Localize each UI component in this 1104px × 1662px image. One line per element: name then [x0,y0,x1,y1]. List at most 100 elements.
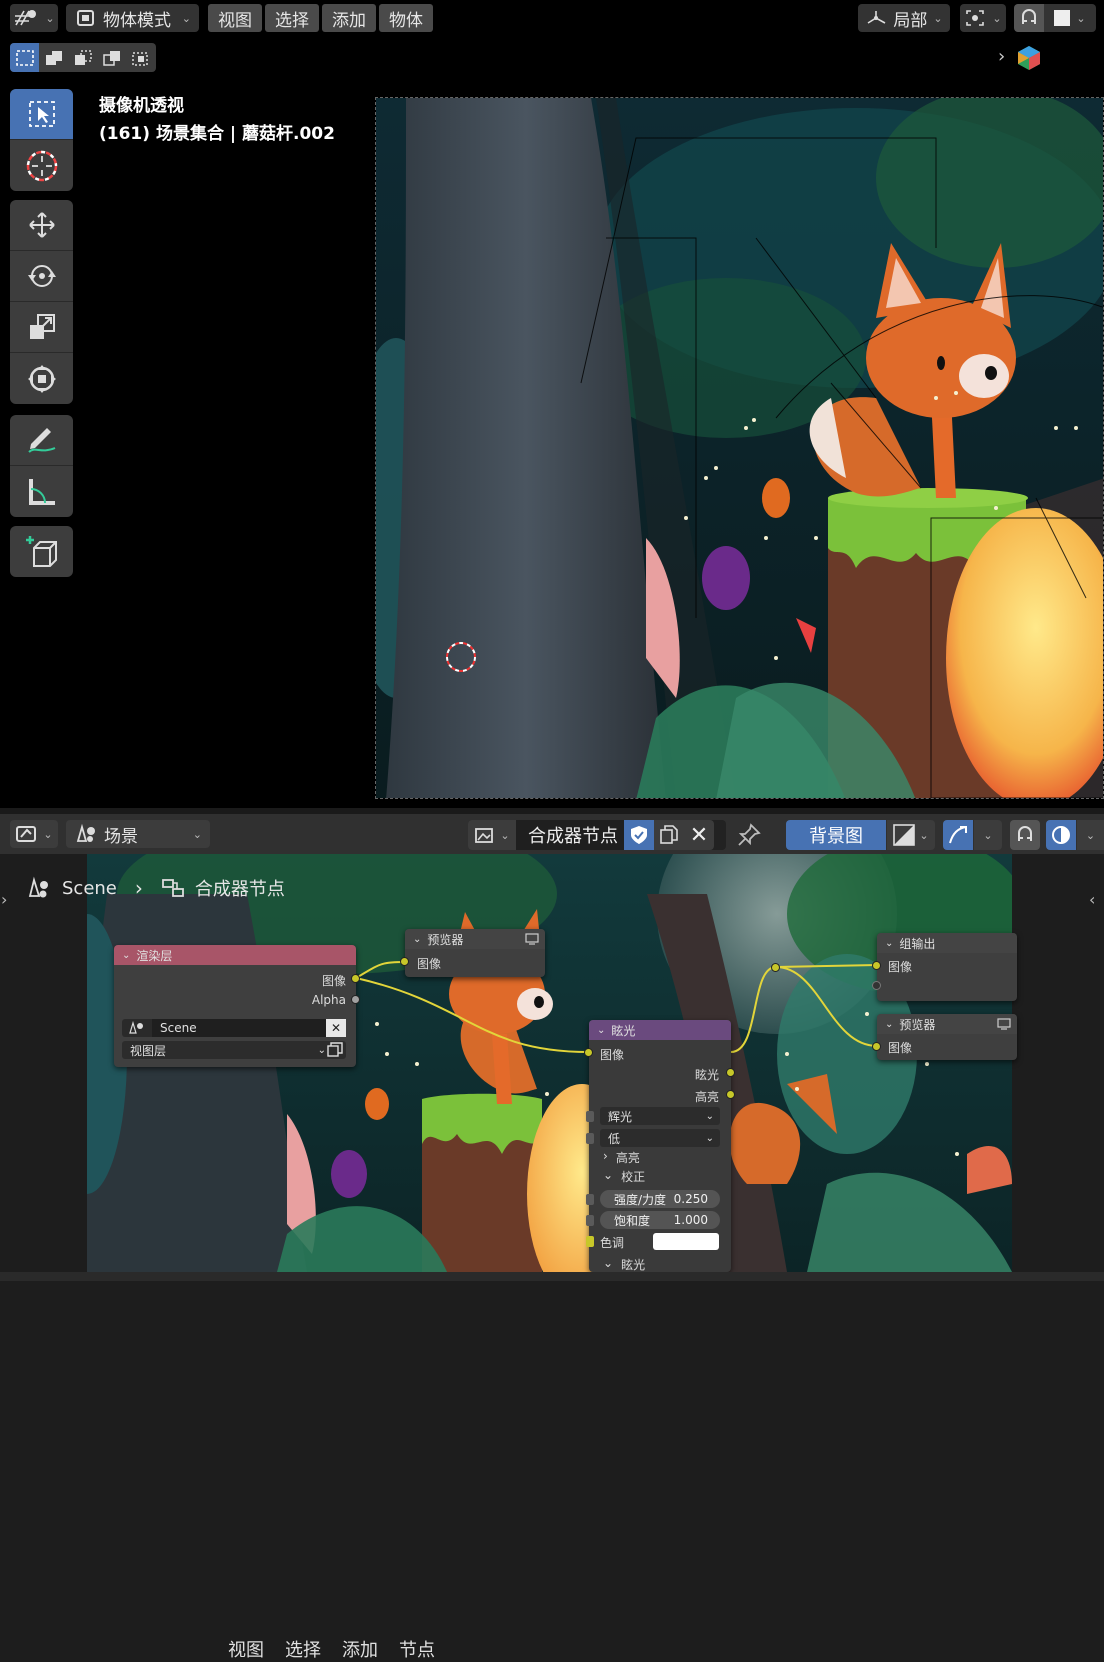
node-viewer-top[interactable]: ⌄ 预览器 图像 [400,929,545,977]
collapse-chevron-icon[interactable]: ⌄ [413,934,421,945]
tool-rotate[interactable] [10,251,73,302]
sidebar-toggle-icon[interactable]: › [998,46,1005,67]
node-render-layers[interactable]: ⌄ 渲染层 图像 Alpha Scene ✕ 视图层 ⌄ [114,945,360,1067]
camera-view-render [375,97,1104,799]
image-output-socket[interactable] [351,974,360,983]
strength-slider[interactable]: 强度/力度 0.250 [600,1190,720,1208]
image-input-socket[interactable] [400,957,409,966]
highlight-output-socket[interactable] [726,1090,735,1099]
menu-view[interactable]: 视图 [228,1637,264,1661]
highlight-panel-toggle[interactable]: › 高亮 [603,1149,640,1166]
tool-select-box[interactable] [10,89,73,140]
quality-label: 低 [608,1131,621,1146]
collapse-chevron-icon[interactable]: ⌄ [597,1025,605,1036]
select-subtract-icon [73,49,93,67]
transform-orientation-select[interactable]: 局部 ⌄ [858,4,950,32]
glare-type-select[interactable]: 辉光 ⌄ [600,1107,720,1125]
tool-move[interactable] [10,200,73,251]
mode-select[interactable]: 物体模式 ⌄ [66,4,199,32]
node-header[interactable]: ⌄ 组输出 [877,933,1017,953]
move-icon [27,210,57,240]
mode-label: 物体模式 [103,10,171,31]
square-icon [1054,10,1071,26]
tint-color-swatch[interactable] [653,1233,719,1250]
glare-output-socket[interactable] [726,1068,735,1077]
saturation-slider[interactable]: 饱和度 1.000 [600,1211,720,1229]
tool-add-cube[interactable] [10,526,73,577]
node-composite[interactable]: ⌄ 组输出 图像 [872,933,1017,1001]
gizmo-icon[interactable] [1017,45,1041,71]
view-layer-label: 视图层 [130,1043,167,1058]
glare-type-checkbox[interactable] [586,1111,594,1122]
select-extend-icon [44,49,64,67]
tool-scale[interactable] [10,302,73,353]
saturation-checkbox[interactable] [586,1215,594,1226]
tool-transform[interactable] [10,353,73,404]
image-input-socket[interactable] [872,961,881,970]
collapse-chevron-icon[interactable]: ⌄ [122,950,130,961]
snap-toggle[interactable] [1014,4,1044,32]
editor-type-button[interactable]: ⌄ [10,4,58,32]
tool-cursor[interactable] [10,140,73,191]
adjust-panel-label: 校正 [621,1170,646,1184]
strength-checkbox[interactable] [586,1194,594,1205]
camera-label: 摄像机透视 [99,96,184,116]
toolbar-annotate-group [10,415,73,517]
node-title: 组输出 [899,936,936,951]
image-input-socket[interactable] [584,1048,593,1057]
node-header[interactable]: ⌄ 眩光 [589,1020,731,1040]
menu-select[interactable]: 选择 [265,4,319,32]
transform-icon [26,363,58,395]
toolbar-add-group [10,526,73,577]
chevron-down-icon: ⌄ [1076,11,1086,25]
scene-icon [122,1021,152,1035]
highlight-panel-label: 高亮 [615,1151,640,1165]
quality-select[interactable]: 低 ⌄ [600,1129,720,1147]
adjust-panel-toggle[interactable]: ⌄ 校正 [603,1168,645,1185]
collapse-chevron-icon[interactable]: ⌄ [885,938,893,949]
saturation-value: 1.000 [673,1213,708,1227]
tint-label: 色调 [600,1236,625,1250]
select-new-button[interactable] [10,43,39,72]
alpha-input-socket[interactable] [872,981,881,990]
view-layer-field[interactable]: 视图层 ⌄ [122,1041,346,1059]
snap-target-select[interactable]: ⌄ [1044,4,1096,32]
tint-socket[interactable] [586,1236,594,1247]
tool-measure[interactable] [10,466,73,517]
close-icon[interactable]: ✕ [326,1019,346,1037]
scene-field[interactable]: Scene ✕ [122,1019,346,1037]
menu-node[interactable]: 节点 [399,1637,435,1661]
select-extend-button[interactable] [39,43,68,72]
tool-annotate[interactable] [10,415,73,466]
alpha-output-socket[interactable] [351,995,360,1004]
glare-panel-label: 眩光 [621,1258,646,1272]
ruler-icon [26,476,58,508]
input-image-label: 图像 [888,1041,913,1055]
menu-select[interactable]: 选择 [285,1637,321,1661]
menu-add[interactable]: 添加 [342,1637,378,1661]
viewport-area: ⌄ 物体模式 ⌄ 视图 选择 添加 物体 局部 ⌄ ⌄ ⌄ › 摄像机透视 (1… [0,0,1104,808]
node-glare[interactable]: ⌄ 眩光 图像 眩光 高亮 辉光 ⌄ 低 ⌄ › 高亮 ⌄ 校正 强度/力度 0… [584,1020,735,1273]
menu-add[interactable]: 添加 [322,4,376,32]
output-glare-label: 眩光 [694,1068,719,1082]
select-invert-icon [102,49,122,67]
node-viewer-right[interactable]: ⌄ 预览器 图像 [872,1014,1017,1060]
select-intersect-button[interactable] [126,43,155,72]
glare-panel-toggle[interactable]: ⌄ 眩光 [603,1256,645,1273]
glare-type-label: 辉光 [608,1109,633,1124]
select-subtract-button[interactable] [68,43,97,72]
menu-object[interactable]: 物体 [379,4,433,32]
copy-icon[interactable] [327,1042,343,1058]
chevron-right-icon: › [603,1149,608,1163]
collapse-chevron-icon[interactable]: ⌄ [885,1019,893,1030]
node-header[interactable]: ⌄ 渲染层 [114,945,356,965]
node-header[interactable]: ⌄ 预览器 [405,929,545,949]
reroute-node[interactable] [771,963,780,972]
scene-info: (161) 场景集合 | 蘑菇杆.002 [99,124,335,144]
menu-view[interactable]: 视图 [208,4,262,32]
select-invert-button[interactable] [97,43,126,72]
pivot-point-select[interactable]: ⌄ [960,4,1006,32]
quality-checkbox[interactable] [586,1133,594,1144]
node-header[interactable]: ⌄ 预览器 [877,1014,1017,1034]
image-input-socket[interactable] [872,1042,881,1051]
